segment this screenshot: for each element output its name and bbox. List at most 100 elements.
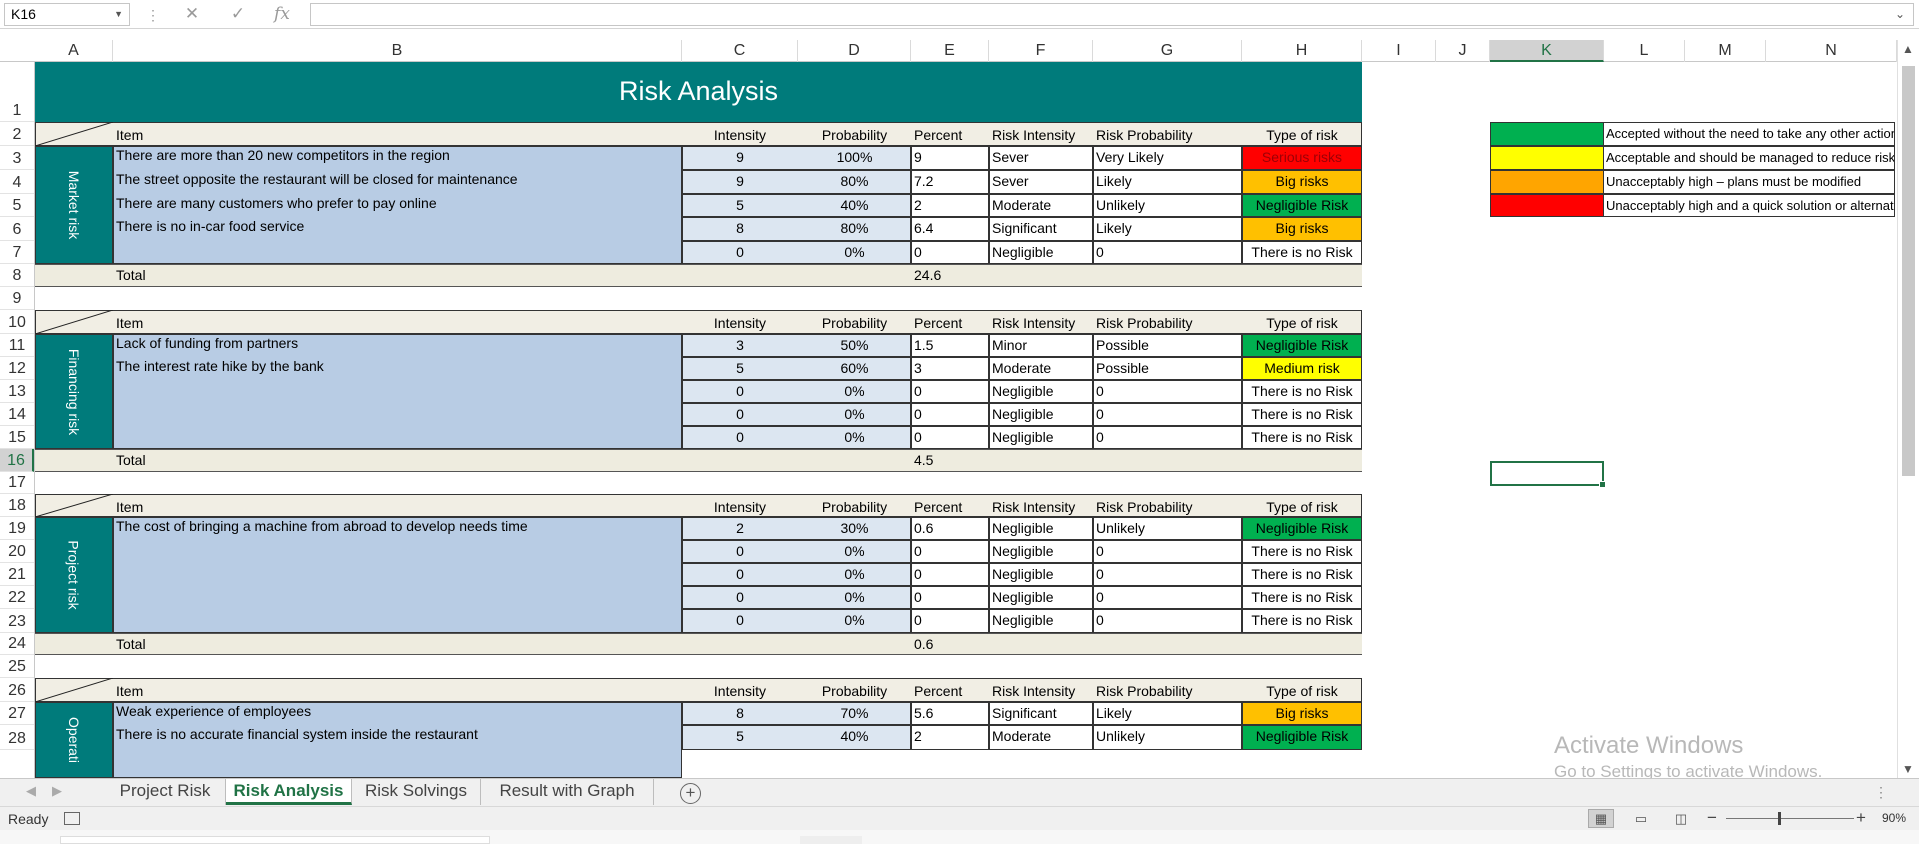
column-header-d[interactable]: D <box>798 40 911 62</box>
category-cell[interactable]: Market risk <box>35 146 113 264</box>
insert-function-icon[interactable]: fx <box>270 3 294 25</box>
row-header-27[interactable]: 27 <box>0 702 34 725</box>
row-header-22[interactable]: 22 <box>0 586 34 609</box>
header-type-of-risk[interactable]: Type of risk <box>1245 496 1359 518</box>
tab-next-icon[interactable]: ▶ <box>52 783 62 799</box>
header-type-of-risk[interactable]: Type of risk <box>1245 312 1359 334</box>
worksheet-grid[interactable]: Risk Analysis Item Intensity Probability Pe… <box>35 62 1897 778</box>
header-risk-intensity[interactable]: Risk Intensity <box>992 312 1090 334</box>
row-header-7[interactable]: 7 <box>0 241 34 264</box>
header-risk-probability[interactable]: Risk Probability <box>1096 680 1239 702</box>
risk-item[interactable]: There is no accurate financial system in… <box>116 723 679 745</box>
zoom-out-icon[interactable]: − <box>1707 808 1717 828</box>
header-probability[interactable]: Probability <box>801 124 908 146</box>
header-type-of-risk[interactable]: Type of risk <box>1245 680 1359 702</box>
row-header-6[interactable]: 6 <box>0 217 34 241</box>
row-header-23[interactable]: 23 <box>0 609 34 633</box>
macro-record-icon[interactable] <box>64 812 80 825</box>
row-header-2[interactable]: 2 <box>0 122 34 146</box>
name-box[interactable]: K16 ▼ <box>4 3 130 26</box>
header-risk-intensity[interactable]: Risk Intensity <box>992 680 1090 702</box>
row-header-11[interactable]: 11 <box>0 334 34 357</box>
vertical-scrollbar[interactable]: ▲ ▼ <box>1897 40 1919 778</box>
column-header-g[interactable]: G <box>1093 40 1242 62</box>
header-intensity[interactable]: Intensity <box>685 680 795 702</box>
zoom-slider-thumb[interactable] <box>1778 812 1781 825</box>
zoom-level[interactable]: 90% <box>1882 811 1906 825</box>
row-header-10[interactable]: 10 <box>0 310 34 334</box>
header-percent[interactable]: Percent <box>914 680 986 702</box>
chevron-down-icon[interactable]: ▼ <box>114 4 123 25</box>
header-intensity[interactable]: Intensity <box>685 496 795 518</box>
risk-item[interactable]: There are more than 20 new competitors i… <box>116 144 679 166</box>
header-type-of-risk[interactable]: Type of risk <box>1245 124 1359 146</box>
risk-item[interactable]: The cost of bringing a machine from abro… <box>116 515 679 537</box>
total-label[interactable]: Total <box>116 633 146 655</box>
selected-cell-k16[interactable] <box>1490 461 1606 488</box>
row-header-3[interactable]: 3 <box>0 146 34 170</box>
risk-item[interactable]: The street opposite the restaurant will … <box>116 168 679 190</box>
tab-prev-icon[interactable]: ◀ <box>26 783 36 799</box>
scroll-thumb[interactable] <box>1902 66 1915 476</box>
header-item[interactable]: Item <box>116 124 679 146</box>
total-value[interactable]: 0.6 <box>914 633 933 655</box>
header-intensity[interactable]: Intensity <box>685 124 795 146</box>
row-header-13[interactable]: 13 <box>0 380 34 403</box>
zoom-in-icon[interactable]: + <box>1856 808 1866 828</box>
column-header-i[interactable]: I <box>1362 40 1436 62</box>
header-risk-probability[interactable]: Risk Probability <box>1096 124 1239 146</box>
column-header-m[interactable]: M <box>1685 40 1766 62</box>
page-layout-view-icon[interactable]: ▭ <box>1628 809 1654 828</box>
row-header-14[interactable]: 14 <box>0 403 34 426</box>
column-header-n[interactable]: N <box>1766 40 1897 62</box>
row-header-16[interactable]: 16 <box>0 449 34 472</box>
header-percent[interactable]: Percent <box>914 124 986 146</box>
row-header-8[interactable]: 8 <box>0 264 34 287</box>
zoom-slider[interactable] <box>1726 818 1854 819</box>
taskbar-item[interactable] <box>800 836 862 844</box>
column-header-a[interactable]: A <box>35 40 113 62</box>
tab-risk-analysis[interactable]: Risk Analysis <box>226 779 352 805</box>
row-header-4[interactable]: 4 <box>0 170 34 194</box>
cancel-icon[interactable]: ✕ <box>180 3 204 25</box>
row-header-18[interactable]: 18 <box>0 494 34 517</box>
scroll-up-icon[interactable]: ▲ <box>1902 42 1914 56</box>
header-percent[interactable]: Percent <box>914 496 986 518</box>
more-options-icon[interactable]: ⋮ <box>146 6 160 24</box>
page-break-preview-icon[interactable]: ◫ <box>1668 809 1694 828</box>
risk-item[interactable]: Lack of funding from partners <box>116 332 679 354</box>
header-risk-probability[interactable]: Risk Probability <box>1096 496 1239 518</box>
column-header-h[interactable]: H <box>1242 40 1362 62</box>
taskbar-search-box[interactable] <box>60 836 490 844</box>
row-header-15[interactable]: 15 <box>0 426 34 449</box>
enter-icon[interactable]: ✓ <box>226 3 250 25</box>
tab-project-risk[interactable]: Project Risk <box>105 779 226 805</box>
row-header-5[interactable]: 5 <box>0 194 34 217</box>
total-value[interactable]: 4.5 <box>914 449 933 471</box>
scroll-down-icon[interactable]: ▼ <box>1902 762 1914 776</box>
tab-scroll-dots-icon[interactable]: ⋮ <box>1874 784 1888 801</box>
header-item[interactable]: Item <box>116 680 679 702</box>
expand-formula-icon[interactable]: ⌄ <box>1895 7 1905 21</box>
row-header-12[interactable]: 12 <box>0 357 34 380</box>
row-header-17[interactable]: 17 <box>0 472 34 494</box>
header-probability[interactable]: Probability <box>801 312 908 334</box>
row-header-28[interactable]: 28 <box>0 725 34 750</box>
header-risk-probability[interactable]: Risk Probability <box>1096 312 1239 334</box>
row-header-9[interactable]: 9 <box>0 287 34 310</box>
tab-result-with-graph[interactable]: Result with Graph <box>481 779 654 805</box>
row-header-26[interactable]: 26 <box>0 678 34 702</box>
category-cell[interactable]: Project risk <box>35 517 113 633</box>
risk-item[interactable]: Weak experience of employees <box>116 700 679 722</box>
risk-item[interactable]: The interest rate hike by the bank <box>116 355 679 377</box>
header-probability[interactable]: Probability <box>801 680 908 702</box>
header-intensity[interactable]: Intensity <box>685 312 795 334</box>
column-header-b[interactable]: B <box>113 40 682 62</box>
row-header-24[interactable]: 24 <box>0 633 34 655</box>
risk-item[interactable]: There is no in-car food service <box>116 215 679 237</box>
row-header-19[interactable]: 19 <box>0 517 34 540</box>
column-header-f[interactable]: F <box>989 40 1093 62</box>
risk-item[interactable]: There are many customers who prefer to p… <box>116 192 679 214</box>
row-header-21[interactable]: 21 <box>0 563 34 586</box>
row-header-25[interactable]: 25 <box>0 655 34 678</box>
